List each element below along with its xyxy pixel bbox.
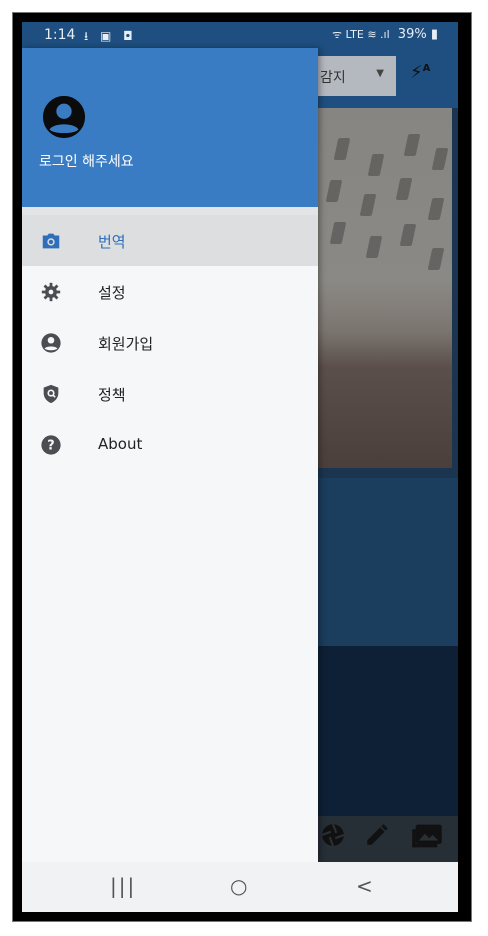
divider xyxy=(22,207,318,215)
language-select-label: 감지 xyxy=(320,70,346,86)
status-time: 1:14 xyxy=(44,27,76,43)
battery-icon: ▮ xyxy=(430,27,438,42)
background-panel xyxy=(318,478,458,646)
home-button[interactable]: ○ xyxy=(230,874,247,898)
background-panel-lower xyxy=(318,646,458,816)
menu-item-policy[interactable]: 정책 xyxy=(22,368,318,419)
menu-item-label: 회원가입 xyxy=(98,335,154,353)
drawer-menu: 번역 설정 회원가입 정책 ? About xyxy=(22,215,318,470)
back-button[interactable]: < xyxy=(356,874,373,898)
background-toolbar: 감지 ▼ ⚡A xyxy=(318,48,458,108)
battery-percent: 39% xyxy=(397,27,427,42)
recents-button[interactable]: ||| xyxy=(110,874,136,898)
menu-item-label: About xyxy=(98,435,143,453)
account-circle-icon[interactable] xyxy=(41,94,87,140)
menu-item-label: 설정 xyxy=(98,284,126,302)
keyboard-key-shape xyxy=(431,148,449,170)
keyboard-key-shape xyxy=(399,224,417,246)
help-icon: ? xyxy=(41,435,61,455)
keyboard-key-shape xyxy=(325,180,343,202)
background-bottom-toolbar xyxy=(318,816,458,862)
menu-item-settings[interactable]: 설정 xyxy=(22,266,318,317)
status-bar: 1:14 ⭳ ▣ ◘ ᯤ LTE ≋ .ıl 39% ▮ xyxy=(22,22,458,48)
status-right: ᯤ LTE ≋ .ıl 39% ▮ xyxy=(332,27,438,42)
shutter-icon[interactable] xyxy=(320,822,346,855)
account-circle-icon xyxy=(41,333,61,353)
keyboard-key-shape xyxy=(333,138,351,160)
keyboard-key-shape xyxy=(395,178,413,200)
camera-preview xyxy=(318,108,452,468)
menu-item-label: 번역 xyxy=(98,233,126,251)
flash-auto-icon[interactable]: ⚡A xyxy=(410,62,430,83)
keyboard-key-shape xyxy=(427,248,445,270)
phone-screen: 감지 ▼ ⚡A 1:14 ⭳ ▣ ◘ ᯤ LTE ≋ .ıl 39% ▮ 로그인… xyxy=(22,22,458,912)
keyboard-key-shape xyxy=(403,134,421,156)
shield-icon xyxy=(43,384,59,404)
gallery-icon[interactable] xyxy=(410,822,444,857)
chevron-down-icon: ▼ xyxy=(376,68,384,79)
system-navigation-bar: ||| ○ < xyxy=(22,862,458,912)
notification-icons: ⭳ ▣ ◘ xyxy=(84,29,137,43)
signal-icon: ᯤ LTE ≋ .ıl xyxy=(332,28,390,41)
menu-item-about[interactable]: ? About xyxy=(22,419,318,470)
keyboard-key-shape xyxy=(329,222,347,244)
keyboard-key-shape xyxy=(367,154,385,176)
drawer-header: 로그인 해주세요 xyxy=(22,48,318,207)
menu-item-label: 정책 xyxy=(98,386,126,404)
navigation-drawer: 로그인 해주세요 번역 설정 회원가입 정책 ? About xyxy=(22,48,318,862)
keyboard-key-shape xyxy=(427,198,445,220)
language-select[interactable]: 감지 ▼ xyxy=(318,56,396,96)
camera-icon xyxy=(42,233,60,249)
menu-item-translate[interactable]: 번역 xyxy=(22,215,318,266)
gear-icon xyxy=(41,282,61,302)
login-prompt[interactable]: 로그인 해주세요 xyxy=(39,151,134,171)
menu-item-signup[interactable]: 회원가입 xyxy=(22,317,318,368)
keyboard-key-shape xyxy=(359,194,377,216)
pencil-icon[interactable] xyxy=(364,822,390,855)
keyboard-key-shape xyxy=(365,236,383,258)
svg-text:?: ? xyxy=(47,439,54,454)
